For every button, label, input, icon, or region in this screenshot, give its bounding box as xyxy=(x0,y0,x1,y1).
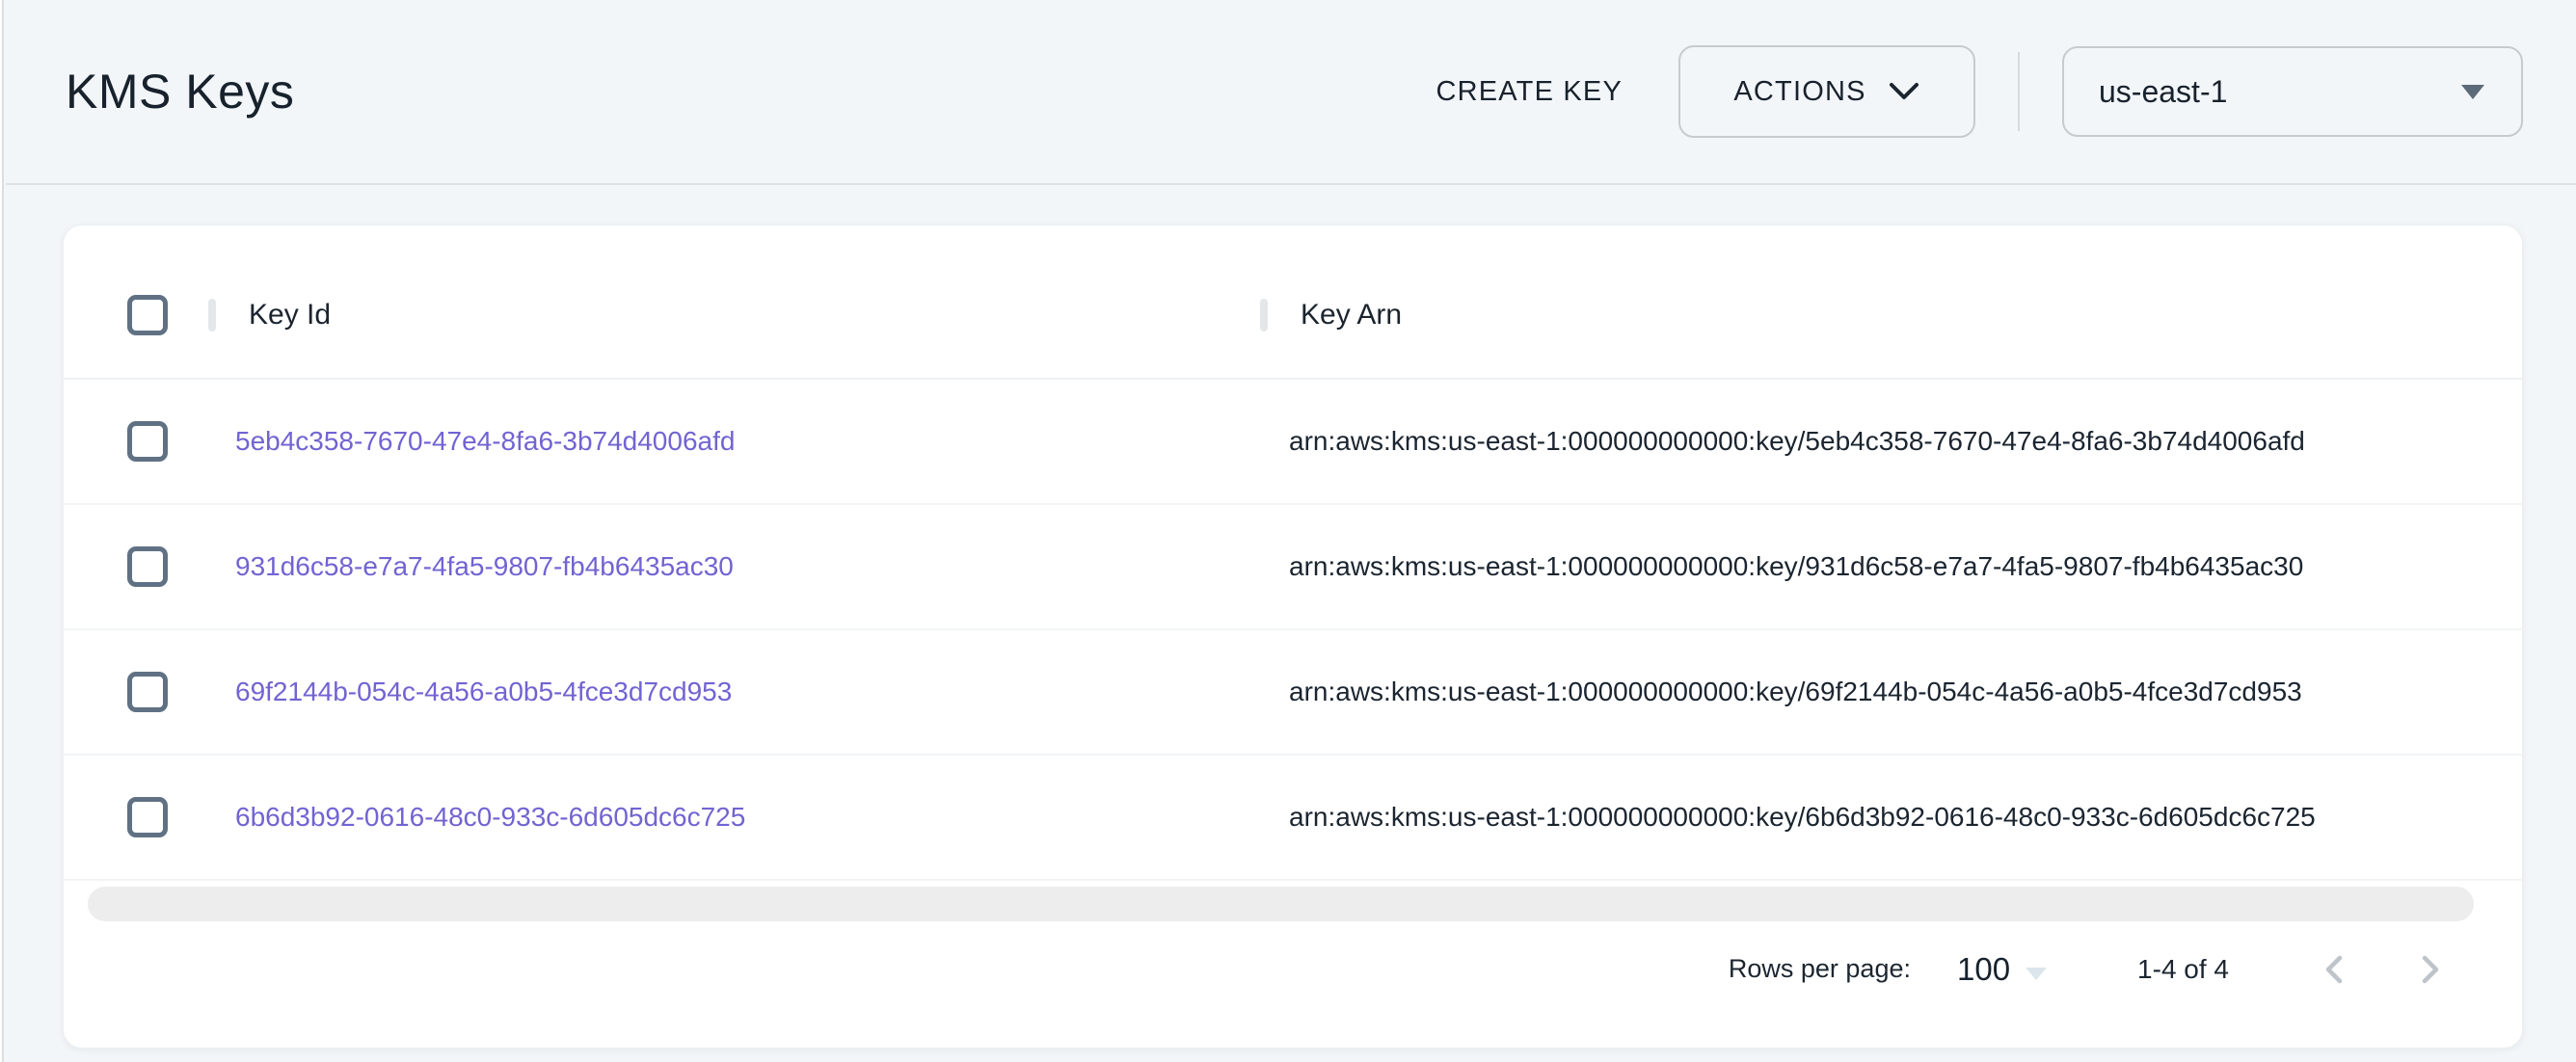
rows-per-page-label: Rows per page: xyxy=(1729,954,1911,984)
key-id-cell: 6b6d3b92-0616-48c0-933c-6d605dc6c725 xyxy=(208,802,1260,833)
row-checkbox[interactable] xyxy=(127,797,168,837)
table-row[interactable]: 69f2144b-054c-4a56-a0b5-4fce3d7cd953 arn… xyxy=(64,630,2522,756)
key-id-cell: 5eb4c358-7670-47e4-8fa6-3b74d4006afd xyxy=(208,426,1260,457)
chevron-left-icon xyxy=(2318,952,2352,987)
page-header: KMS Keys CREATE KEY ACTIONS us-east-1 xyxy=(6,0,2576,185)
row-checkbox[interactable] xyxy=(127,546,168,587)
header-divider xyxy=(2018,52,2020,131)
key-id-link[interactable]: 5eb4c358-7670-47e4-8fa6-3b74d4006afd xyxy=(235,426,735,456)
row-checkbox[interactable] xyxy=(127,672,168,712)
checkbox-cell xyxy=(64,672,208,712)
header-checkbox-cell xyxy=(64,295,208,335)
create-key-button[interactable]: CREATE KEY xyxy=(1412,59,1646,125)
select-all-checkbox[interactable] xyxy=(127,295,168,335)
checkbox-cell xyxy=(64,546,208,587)
key-arn-cell: arn:aws:kms:us-east-1:000000000000:key/6… xyxy=(1260,677,2522,707)
actions-button[interactable]: ACTIONS xyxy=(1678,45,1975,138)
rows-per-page-value: 100 xyxy=(1957,953,2010,985)
table-row[interactable]: 6b6d3b92-0616-48c0-933c-6d605dc6c725 arn… xyxy=(64,756,2522,881)
next-page-button[interactable] xyxy=(2412,952,2447,987)
previous-page-button[interactable] xyxy=(2318,952,2352,987)
column-header-key-arn[interactable]: Key Arn xyxy=(1260,299,2522,332)
column-header-label: Key Id xyxy=(249,299,331,332)
key-id-link[interactable]: 6b6d3b92-0616-48c0-933c-6d605dc6c725 xyxy=(235,802,745,832)
actions-button-label: ACTIONS xyxy=(1733,76,1865,108)
column-separator xyxy=(208,299,216,332)
key-id-cell: 931d6c58-e7a7-4fa5-9807-fb4b6435ac30 xyxy=(208,551,1260,582)
kms-keys-table-card: Key Id Key Arn 5eb4c358-7670-47e4-8fa6-3… xyxy=(63,225,2523,1049)
region-selector-value: us-east-1 xyxy=(2099,74,2227,110)
key-arn-cell: arn:aws:kms:us-east-1:000000000000:key/9… xyxy=(1260,551,2522,582)
pagination-range-label: 1-4 of 4 xyxy=(2137,954,2229,985)
content-left-border xyxy=(0,0,4,1062)
table-header-row: Key Id Key Arn xyxy=(64,226,2522,380)
key-id-link[interactable]: 69f2144b-054c-4a56-a0b5-4fce3d7cd953 xyxy=(235,677,732,706)
horizontal-scrollbar-thumb[interactable] xyxy=(88,887,2474,921)
key-id-link[interactable]: 931d6c58-e7a7-4fa5-9807-fb4b6435ac30 xyxy=(235,551,734,581)
triangle-down-icon xyxy=(2461,85,2484,99)
key-id-cell: 69f2144b-054c-4a56-a0b5-4fce3d7cd953 xyxy=(208,677,1260,707)
rows-per-page-select[interactable]: 100 xyxy=(1957,953,2047,985)
column-header-key-id[interactable]: Key Id xyxy=(208,299,1260,332)
page-title: KMS Keys xyxy=(66,64,294,119)
checkbox-cell xyxy=(64,797,208,837)
column-separator xyxy=(1260,299,1268,332)
caret-down-icon xyxy=(2026,968,2047,980)
horizontal-scroll-zone xyxy=(64,881,2522,929)
key-arn-cell: arn:aws:kms:us-east-1:000000000000:key/6… xyxy=(1260,802,2522,833)
pagination-bar: Rows per page: 100 1-4 of 4 xyxy=(64,929,2522,1048)
row-checkbox[interactable] xyxy=(127,421,168,462)
table-row[interactable]: 931d6c58-e7a7-4fa5-9807-fb4b6435ac30 arn… xyxy=(64,505,2522,630)
column-header-label: Key Arn xyxy=(1301,299,1402,332)
table-row[interactable]: 5eb4c358-7670-47e4-8fa6-3b74d4006afd arn… xyxy=(64,380,2522,505)
key-arn-cell: arn:aws:kms:us-east-1:000000000000:key/5… xyxy=(1260,426,2522,457)
region-selector[interactable]: us-east-1 xyxy=(2062,46,2523,137)
chevron-right-icon xyxy=(2412,952,2447,987)
chevron-down-icon xyxy=(1888,81,1920,102)
checkbox-cell xyxy=(64,421,208,462)
